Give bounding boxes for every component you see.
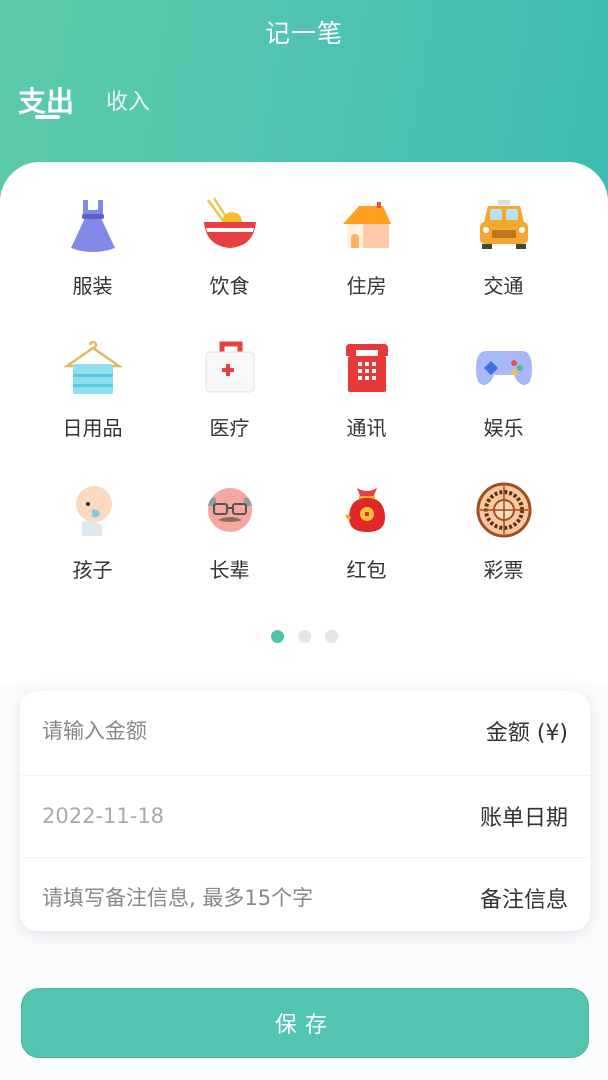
category-transport[interactable]: 交通 [435,195,572,299]
category-label: 交通 [483,274,524,298]
amount-label: 金额 (¥) [485,721,568,746]
category-label: 日用品 [62,416,123,440]
page-dot-1[interactable] [270,630,284,643]
save-button[interactable]: 保存 [21,988,589,1058]
house-icon [335,195,399,256]
red-envelope-bag-icon [335,479,399,540]
category-label: 通讯 [346,416,387,440]
category-label: 娱乐 [483,416,524,440]
category-red-envelope[interactable]: 红包 [298,479,435,583]
gamepad-icon [472,337,536,398]
tab-income[interactable]: 收入 [106,84,150,116]
page-title: 记一笔 [264,19,343,48]
category-grid: 服装 饮食 住房 交通 日用品 医疗 通讯 娱乐 孩子 长辈 红包 彩票 [24,195,584,583]
category-food[interactable]: 饮食 [161,195,298,299]
category-label: 彩票 [483,558,524,582]
category-label: 医疗 [209,416,250,440]
category-elders[interactable]: 长辈 [161,479,298,583]
note-label: 备注信息 [479,887,568,913]
first-aid-kit-icon [198,337,262,398]
towel-hanger-icon [61,337,125,398]
bill-form: 金额 (¥) 2022-11-18 账单日期 备注信息 [20,691,590,931]
lottery-wheel-icon [472,479,536,540]
note-input[interactable] [42,885,402,910]
category-label: 住房 [346,274,387,298]
category-daily-goods[interactable]: 日用品 [24,337,161,441]
noodle-bowl-icon [198,195,262,256]
page-dot-2[interactable] [297,630,311,643]
page-indicator [0,630,608,643]
date-row[interactable]: 2022-11-18 账单日期 [20,775,590,855]
category-lottery[interactable]: 彩票 [435,479,572,583]
tab-expense[interactable]: 支出 [18,80,74,120]
category-label: 长辈 [209,558,250,582]
category-children[interactable]: 孩子 [24,479,161,583]
active-tab-indicator [35,115,60,119]
note-row: 备注信息 [20,857,590,937]
category-label: 饮食 [209,274,250,298]
amount-input[interactable] [42,719,402,743]
category-housing[interactable]: 住房 [298,195,435,299]
category-medical[interactable]: 医疗 [161,337,298,441]
page-dot-3[interactable] [324,630,338,643]
category-communication[interactable]: 通讯 [298,337,435,441]
date-label: 账单日期 [479,805,568,831]
baby-icon [61,479,125,540]
telephone-icon [335,337,399,398]
category-label: 红包 [346,558,387,582]
amount-row: 金额 (¥) [20,691,590,771]
dress-icon [61,195,125,256]
category-entertainment[interactable]: 娱乐 [435,337,572,441]
taxi-icon [472,195,536,256]
category-label: 孩子 [72,558,113,582]
category-clothing[interactable]: 服装 [24,195,161,299]
category-label: 服装 [72,274,113,298]
date-value[interactable]: 2022-11-18 [42,804,164,828]
elder-icon [198,479,262,540]
